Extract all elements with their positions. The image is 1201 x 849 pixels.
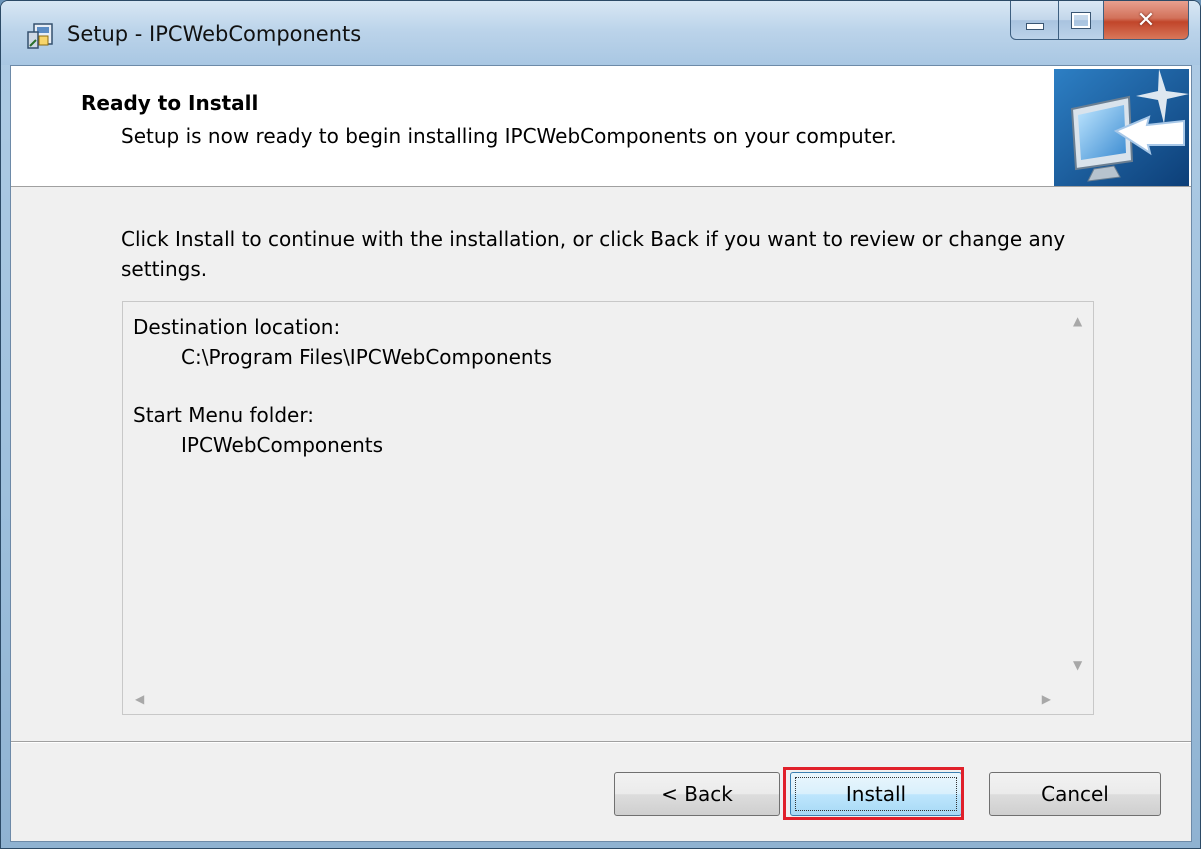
horizontal-scrollbar[interactable]: ◀ ▶ [123,684,1063,714]
wizard-client-area: Ready to Install Setup is now ready to b… [10,65,1192,842]
maximize-icon [1071,11,1091,29]
start-menu-label: Start Menu folder: [133,403,314,427]
start-menu-value: IPCWebComponents [181,433,384,457]
close-icon: ✕ [1136,7,1156,33]
maximize-button[interactable] [1059,1,1104,40]
page-title: Ready to Install [81,91,259,115]
title-bar[interactable]: Setup - IPCWebComponents ✕ [1,1,1200,65]
destination-value: C:\Program Files\IPCWebComponents [181,345,552,369]
wizard-header: Ready to Install Setup is now ready to b… [11,66,1191,187]
scroll-left-icon[interactable]: ◀ [135,692,144,706]
scroll-up-icon[interactable]: ▲ [1073,314,1082,328]
minimize-icon [1025,22,1044,30]
minimize-button[interactable] [1010,1,1059,40]
window-title: Setup - IPCWebComponents [67,22,362,46]
scroll-corner [1063,684,1093,714]
vertical-scrollbar[interactable]: ▲ ▼ [1063,302,1093,682]
page-subtitle: Setup is now ready to begin installing I… [121,124,897,148]
scroll-right-icon[interactable]: ▶ [1042,692,1051,706]
setup-app-icon [27,23,53,49]
install-button[interactable]: Install [790,772,962,816]
instructions-text: Click Install to continue with the insta… [121,227,1066,281]
setup-window: Setup - IPCWebComponents ✕ Ready to Inst… [0,0,1201,849]
window-controls: ✕ [1010,1,1189,41]
monitor-install-icon [1054,69,1189,186]
back-button[interactable]: < Back [614,772,780,816]
memo-content: Destination location: C:\Program Files\I… [133,312,552,460]
close-button[interactable]: ✕ [1104,1,1189,40]
button-separator [11,741,1191,743]
ready-memo[interactable]: Destination location: C:\Program Files\I… [122,301,1094,715]
destination-label: Destination location: [133,315,341,339]
scroll-down-icon[interactable]: ▼ [1073,658,1082,672]
cancel-button[interactable]: Cancel [989,772,1161,816]
focus-rect [795,777,957,811]
